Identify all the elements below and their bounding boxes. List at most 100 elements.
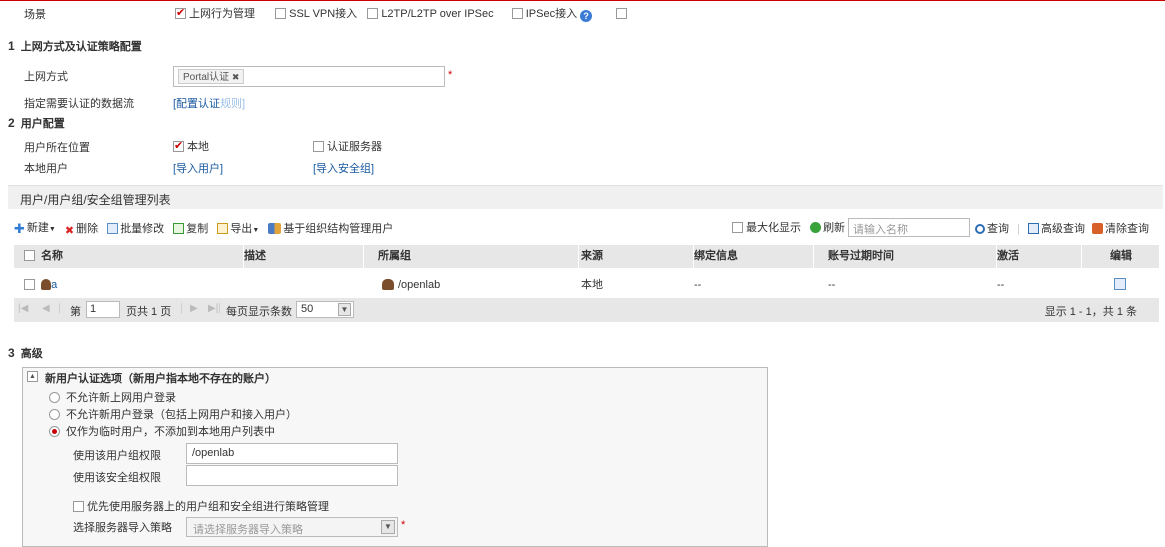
scene-checkbox-sslvpn[interactable] bbox=[275, 8, 287, 19]
per-page-select[interactable]: 50 ▼ bbox=[296, 301, 354, 318]
location-server-label: 认证服务器 bbox=[327, 141, 382, 153]
query-button[interactable]: 查询 bbox=[975, 223, 1009, 235]
copy-icon bbox=[173, 223, 185, 234]
edit-icon[interactable] bbox=[1114, 272, 1126, 298]
plus-icon: ✚ bbox=[14, 221, 25, 236]
col-group[interactable]: 所属组 bbox=[364, 245, 579, 268]
list-title: 用户/用户组/安全组管理列表 bbox=[20, 193, 171, 207]
tag-remove-icon[interactable]: ✖ bbox=[232, 72, 240, 82]
location-label: 用户所在位置 bbox=[24, 142, 90, 154]
row-name: a bbox=[24, 272, 57, 298]
location-server-checkbox[interactable] bbox=[313, 141, 324, 152]
scene-label: 场景 bbox=[24, 9, 46, 21]
last-page-icon[interactable]: ▶| bbox=[208, 303, 218, 314]
advanced-query-label: 高级查询 bbox=[1040, 223, 1085, 235]
copy-button[interactable]: 复制 bbox=[173, 220, 208, 236]
radio-deny-new-all[interactable] bbox=[49, 409, 60, 420]
group-value: /openlab bbox=[398, 279, 441, 291]
config-auth-rule-link[interactable]: [配置认证规则] bbox=[173, 95, 245, 111]
per-page-value: 50 bbox=[301, 303, 314, 315]
row-checkbox[interactable] bbox=[24, 279, 35, 290]
secgroup-perm-input[interactable] bbox=[186, 465, 398, 486]
search-input[interactable]: 请输入名称 bbox=[848, 218, 970, 237]
export-icon bbox=[217, 223, 229, 234]
location-server[interactable]: 认证服务器 bbox=[313, 138, 382, 154]
col-source-label: 来源 bbox=[581, 250, 603, 262]
group-perm-input[interactable]: /openlab bbox=[186, 443, 398, 464]
advanced-query-button[interactable]: 高级查询 bbox=[1027, 223, 1085, 235]
new-button[interactable]: ✚ 新建▼ bbox=[14, 219, 56, 237]
maximize-checkbox[interactable] bbox=[732, 222, 743, 233]
secgroup-perm-label: 使用该安全组权限 bbox=[73, 472, 161, 484]
col-bind[interactable]: 绑定信息 bbox=[694, 245, 814, 268]
scene-option-label: L2TP/L2TP over IPSec bbox=[381, 8, 494, 20]
scene-checkbox-ipsec[interactable] bbox=[511, 8, 523, 19]
total-pages: 页共 1 页 bbox=[126, 306, 172, 318]
clear-query-button[interactable]: 清除查询 bbox=[1092, 223, 1149, 235]
export-button[interactable]: 导出▼ bbox=[217, 220, 259, 236]
prefer-server-label: 优先使用服务器上的用户组和安全组进行策略管理 bbox=[87, 501, 329, 513]
access-tag-label: Portal认证 bbox=[183, 72, 230, 83]
user-icon bbox=[41, 279, 52, 290]
prev-page-icon[interactable]: ◀ bbox=[42, 303, 50, 314]
first-page-icon[interactable]: |◀ bbox=[18, 303, 28, 314]
col-active[interactable]: 激活 bbox=[997, 245, 1082, 268]
scene-option-label: SSL VPN接入 bbox=[289, 8, 358, 20]
import-policy-select[interactable]: 请选择服务器导入策略 ▼ bbox=[186, 517, 398, 537]
scene-checkbox-l2tp[interactable] bbox=[367, 8, 379, 19]
separator: | bbox=[58, 302, 61, 314]
scene-checkbox-behavior[interactable] bbox=[175, 6, 186, 19]
section3-title: 高级 bbox=[20, 348, 43, 360]
select-all-checkbox[interactable] bbox=[24, 250, 35, 261]
refresh-label: 刷新 bbox=[823, 222, 846, 234]
col-edit[interactable]: 编辑 bbox=[1082, 245, 1159, 268]
col-expire[interactable]: 账号过期时间 bbox=[814, 245, 997, 268]
page-input[interactable]: 1 bbox=[86, 301, 120, 318]
option-label: 仅作为临时用户，不添加到本地用户列表中 bbox=[66, 426, 275, 438]
option-deny-new-internet[interactable]: 不允许新上网用户登录 bbox=[49, 389, 176, 405]
radio-temp-user[interactable] bbox=[49, 426, 60, 437]
location-local-checkbox[interactable] bbox=[173, 139, 184, 152]
prefer-server-option[interactable]: 优先使用服务器上的用户组和安全组进行策略管理 bbox=[73, 498, 329, 514]
scene-checkbox-extra[interactable] bbox=[616, 8, 628, 19]
flow-link-faded: 规则] bbox=[220, 98, 246, 110]
table-header: 名称 描述 所属组 来源 绑定信息 账号过期时间 激活 编辑 bbox=[14, 245, 1159, 268]
collapse-icon[interactable]: ▲ bbox=[27, 371, 38, 382]
new-label: 新建 bbox=[26, 222, 49, 234]
refresh-button[interactable]: 刷新 bbox=[810, 222, 845, 234]
delete-button[interactable]: ✖ 删除 bbox=[65, 220, 98, 237]
col-name[interactable]: 名称 bbox=[14, 245, 244, 268]
option-temp-user[interactable]: 仅作为临时用户，不添加到本地用户列表中 bbox=[49, 423, 275, 439]
copy-label: 复制 bbox=[186, 223, 209, 235]
option-label: 不允许新上网用户登录 bbox=[66, 392, 176, 404]
import-user-link[interactable]: [导入用户] bbox=[173, 160, 223, 176]
option-deny-new-all[interactable]: 不允许新用户登录（包括上网用户和接入用户） bbox=[49, 406, 297, 422]
col-desc[interactable]: 描述 bbox=[244, 245, 364, 268]
radio-deny-new-internet[interactable] bbox=[49, 392, 60, 403]
row-source: 本地 bbox=[581, 279, 603, 291]
import-group-link[interactable]: [导入安全组] bbox=[313, 160, 374, 176]
required-mark: * bbox=[401, 519, 406, 531]
help-icon[interactable]: ? bbox=[580, 10, 593, 22]
group-icon bbox=[382, 279, 394, 290]
clear-query-label: 清除查询 bbox=[1105, 223, 1150, 235]
next-page-icon[interactable]: ▶ bbox=[190, 303, 198, 314]
section3-header: 3 高级 bbox=[8, 345, 43, 361]
export-label: 导出 bbox=[230, 223, 253, 235]
org-manage-button[interactable]: 基于组织结构管理用户 bbox=[268, 220, 393, 236]
table-row[interactable]: a /openlab 本地 -- -- -- bbox=[14, 272, 1159, 298]
user-name-link[interactable]: a bbox=[51, 279, 57, 291]
chevron-down-icon: ▼ bbox=[48, 226, 56, 233]
section2-title: 用户配置 bbox=[20, 118, 65, 130]
location-local[interactable]: 本地 bbox=[173, 138, 209, 154]
section2-number: 2 bbox=[8, 116, 15, 130]
row-bind: -- bbox=[694, 279, 702, 291]
location-local-label: 本地 bbox=[187, 141, 209, 153]
section2-header: 2 用户配置 bbox=[8, 115, 65, 131]
batch-edit-button[interactable]: 批量修改 bbox=[107, 220, 164, 236]
scene-option-label: IPSec接入 bbox=[525, 8, 578, 20]
col-source[interactable]: 来源 bbox=[579, 245, 694, 268]
prefer-server-checkbox[interactable] bbox=[73, 501, 84, 512]
access-mode-input[interactable]: Portal认证 ✖ bbox=[173, 66, 445, 87]
import-policy-label: 选择服务器导入策略 bbox=[73, 522, 172, 534]
